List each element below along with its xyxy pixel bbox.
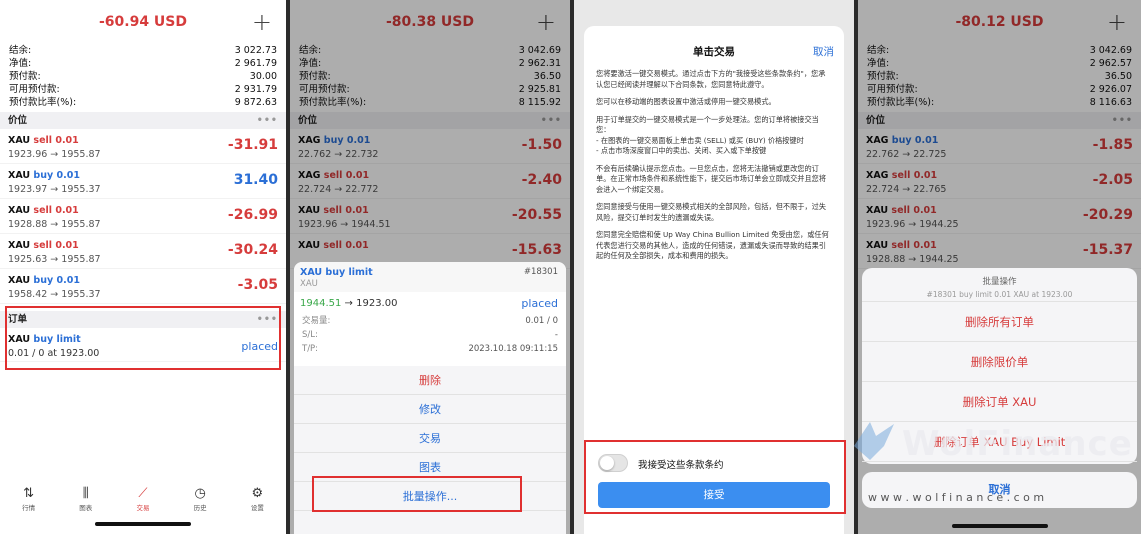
menu-item[interactable]: 交易	[294, 424, 566, 453]
sheet-title: 批量操作	[982, 277, 1017, 287]
terms-paragraph: 您可以在移动端的图表设置中激活或停用一键交易模式。	[596, 97, 776, 106]
tab-1[interactable]: ⫼ 图表	[66, 486, 106, 512]
menu-item[interactable]: 删除	[294, 366, 566, 395]
header: -60.94 USD +	[0, 0, 286, 44]
summary-row: 结余: 3 022.73	[9, 45, 277, 56]
tab-4[interactable]: ⚙ 设置	[237, 486, 277, 512]
position-row[interactable]: XAU sell 0.01 1923.96 → 1955.87 -31.91	[0, 129, 286, 164]
account-summary: 结余: 3 022.73 净值: 2 961.79 预付款: 30.00 可用预付款: 2 9…	[0, 44, 286, 109]
summary-row: 净值: 2 961.79	[9, 58, 277, 69]
position-row[interactable]: XAU buy 0.01 1923.97 → 1955.37 31.40	[0, 164, 286, 199]
batch-action-item[interactable]: 删除订单 XAU	[862, 382, 1137, 422]
terms-paragraph: 您将要激活一键交易模式。通过点击下方的"我接受这些条款条约"，您承认您已经阅读并…	[596, 69, 826, 89]
order-status: placed	[521, 297, 558, 310]
card-title: XAU buy limit	[300, 267, 373, 278]
highlight-box	[5, 306, 281, 370]
profit-value: -31.91	[227, 137, 278, 153]
tab-icon: ⟋	[138, 486, 148, 501]
panel-one-click-terms: 单击交易 取消 您将要激活一键交易模式。通过点击下方的"我接受这些条款条约"，您…	[574, 0, 854, 534]
watermark-url: w w w . w o l f i n a n c e . c o m	[868, 491, 1045, 504]
detail-row: T/P: 2023.10.18 09:11:15	[302, 344, 558, 354]
profit-value: -26.99	[227, 207, 278, 223]
tab-3[interactable]: ◷ 历史	[180, 486, 220, 512]
panel-trade-positions: -60.94 USD + 结余: 3 022.73 净值: 2 961.79 预付款: 3…	[0, 0, 286, 534]
batch-action-item[interactable]: 删除所有订单	[862, 302, 1137, 342]
positions-list: XAU sell 0.01 1923.96 → 1955.87 -31.91 XAU …	[0, 129, 286, 304]
balance-title: -60.94 USD	[98, 14, 188, 30]
highlight-box	[584, 440, 846, 514]
profit-value: -30.24	[227, 242, 278, 258]
tab-icon: ⫼	[82, 486, 89, 501]
summary-row: 可用预付款: 2 931.79	[9, 84, 277, 95]
detail-row: S/L: -	[302, 330, 558, 340]
tab-0[interactable]: ⇅ 行情	[9, 486, 49, 512]
profit-value: -3.05	[237, 277, 278, 293]
terms-paragraph: 不会有后续确认提示您点击。一旦您点击，您将无法撤销或更改您的订单。在正常市场条件…	[596, 163, 827, 194]
order-detail-card: XAU buy limit #18301 XAU 1944.51 → 1923.…	[294, 262, 566, 366]
profit-value: 31.40	[233, 172, 278, 188]
order-id: #18301	[523, 267, 558, 277]
home-indicator	[951, 524, 1048, 528]
highlight-box	[312, 476, 522, 512]
tab-icon: ⚙	[251, 486, 264, 501]
summary-row: 预付款比率(%): 9 872.63	[9, 97, 277, 108]
menu-item[interactable]: 修改	[294, 395, 566, 424]
batch-action-item[interactable]: 删除限价单	[862, 342, 1137, 382]
add-icon[interactable]: +	[252, 8, 272, 36]
watermark-brand: WolFinance	[902, 424, 1133, 464]
home-indicator	[95, 522, 191, 526]
detail-row: 交易量: 0.01 / 0	[302, 316, 558, 326]
position-row[interactable]: XAU sell 0.01 1925.63 → 1955.87 -30.24	[0, 234, 286, 269]
tab-icon: ◷	[194, 486, 206, 501]
tab-2[interactable]: ⟋ 交易	[123, 486, 163, 512]
wolf-logo-icon	[854, 422, 894, 460]
bottom-tab-bar: ⇅ 行情 ⫼ 图表 ⟋ 交易 ◷ 历史 ⚙ 设置	[0, 486, 286, 512]
more-icon[interactable]: •••	[257, 112, 278, 129]
terms-text: 您将要激活一键交易模式。通过点击下方的"我接受这些条款条约"，您承认您已经阅读并…	[584, 69, 844, 262]
positions-header: 价位 •••	[0, 112, 286, 129]
terms-paragraph: 用于订单提交的一键交易模式是一个一步处理法。您的订单将被接交当您： - 在图表的…	[596, 114, 819, 156]
position-row[interactable]: XAU buy 0.01 1958.42 → 1955.37 -3.05	[0, 269, 286, 304]
panel-order-menu: -80.38 USD + 结余: 3 042.69 净值: 2 962.31 预付款: 3…	[290, 0, 570, 534]
modal-title: 单击交易	[693, 46, 735, 58]
cancel-button[interactable]: 取消	[813, 44, 834, 59]
position-row[interactable]: XAU sell 0.01 1928.88 → 1955.87 -26.99	[0, 199, 286, 234]
terms-paragraph: 您同意完全赔偿和使 Up Way China Bullion Limited 免…	[596, 230, 829, 260]
tab-icon: ⇅	[23, 486, 35, 501]
summary-row: 预付款: 30.00	[9, 71, 277, 82]
terms-paragraph: 您同意接受与使用一键交易模式相关的全部风险，包括，但不限于，过失风险，提交订单时…	[596, 202, 827, 222]
order-details: 交易量: 0.01 / 0 S/L: - T/P: 2023.10.18 09:11:15	[294, 314, 566, 356]
sheet-subtitle: #18301 buy limit 0.01 XAU at 1923.00	[926, 290, 1073, 299]
